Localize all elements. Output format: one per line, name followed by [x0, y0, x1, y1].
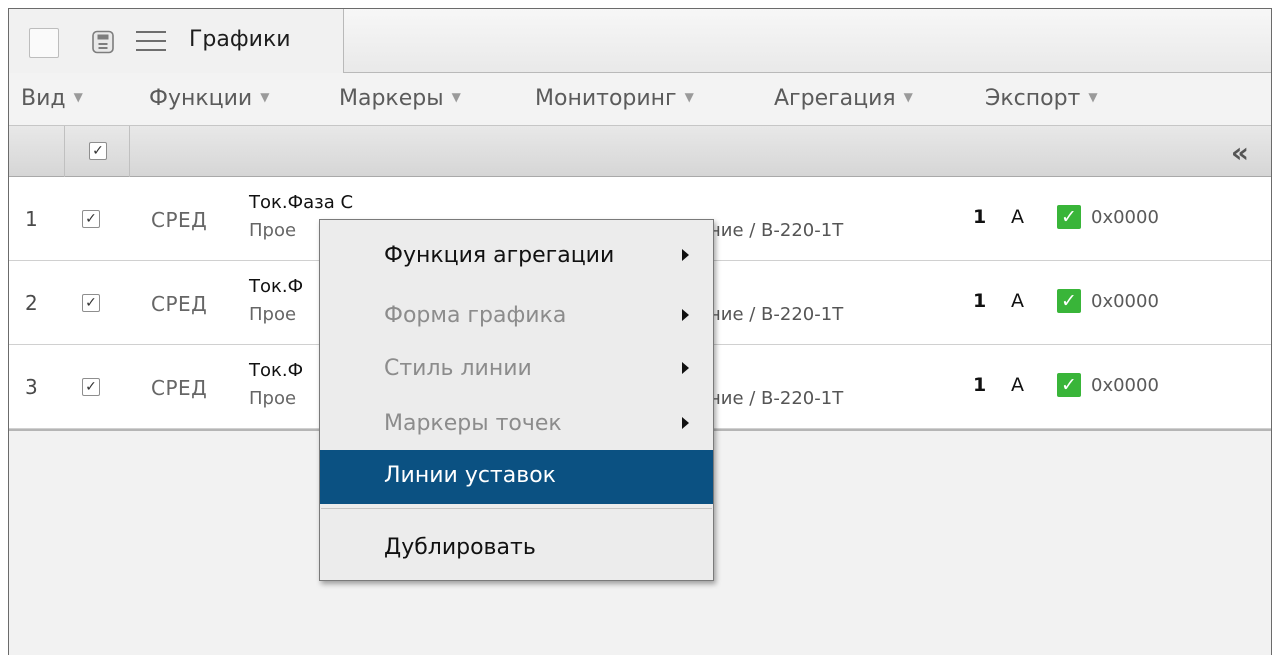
row-visible-checkbox[interactable]: ✓	[82, 378, 100, 396]
row-function[interactable]: СРЕД	[151, 376, 207, 400]
menu-bar: Вид ▼ Функции ▼ Маркеры ▼ Мониторинг ▼ Агрег…	[9, 73, 1271, 125]
menu-item-aggregation-function[interactable]: Функция агрегации	[320, 233, 713, 281]
menu-item-label: Стиль линии	[384, 356, 532, 381]
row-signal-name: Ток.Ф	[249, 276, 304, 297]
menu-separator	[321, 508, 712, 509]
row-status-code: 0x0000	[1091, 375, 1159, 396]
menu-item-label: Форма графика	[384, 303, 567, 328]
menu-markers-label: Маркеры	[339, 86, 444, 111]
context-menu: Функция агрегации Форма графика Стиль ли…	[319, 219, 714, 581]
row-path: ние / В-220-1Т	[709, 220, 844, 241]
header-checkbox-cell: ✓	[64, 126, 130, 178]
double-chevron-left-icon[interactable]: «	[1231, 136, 1249, 169]
row-unit: А	[1011, 374, 1024, 396]
submenu-arrow-icon	[682, 417, 689, 429]
row-visible-checkbox[interactable]: ✓	[82, 210, 100, 228]
menu-functions[interactable]: Функции ▼	[149, 86, 269, 111]
tab-graphics[interactable]: Графики	[9, 9, 344, 73]
menu-aggregation[interactable]: Агрегация ▼	[774, 86, 913, 111]
menu-view[interactable]: Вид ▼	[21, 86, 83, 111]
row-path: ние / В-220-1Т	[709, 304, 844, 325]
row-path: ние / В-220-1Т	[709, 388, 844, 409]
menu-markers[interactable]: Маркеры ▼	[339, 86, 461, 111]
row-source: Прое	[249, 388, 297, 409]
table-header: ✓ «	[9, 125, 1271, 178]
menu-item-duplicate[interactable]: Дублировать	[320, 525, 713, 573]
submenu-arrow-icon	[682, 249, 689, 261]
row-scale[interactable]: 1	[973, 206, 987, 228]
menu-item-label: Функция агрегации	[384, 243, 615, 268]
dropdown-caret-icon: ▼	[451, 90, 461, 104]
menu-functions-label: Функции	[149, 86, 253, 111]
menu-monitoring-label: Мониторинг	[535, 86, 677, 111]
menu-export[interactable]: Экспорт ▼	[985, 86, 1098, 111]
status-check-icon: ✓	[1057, 205, 1081, 229]
submenu-arrow-icon	[682, 309, 689, 321]
row-function[interactable]: СРЕД	[151, 292, 207, 316]
menu-item-setpoint-lines[interactable]: Линии уставок	[320, 450, 713, 504]
menu-monitoring[interactable]: Мониторинг ▼	[535, 86, 694, 111]
row-unit: А	[1011, 290, 1024, 312]
row-function[interactable]: СРЕД	[151, 208, 207, 232]
menu-export-label: Экспорт	[985, 86, 1081, 111]
status-check-icon: ✓	[1057, 289, 1081, 313]
menu-aggregation-label: Агрегация	[774, 86, 896, 111]
menu-view-label: Вид	[21, 86, 66, 111]
menu-item-graph-shape: Форма графика	[320, 293, 713, 341]
row-unit: А	[1011, 206, 1024, 228]
tab-label: Графики	[189, 27, 291, 52]
dropdown-caret-icon: ▼	[684, 90, 694, 104]
row-index: 1	[25, 207, 38, 231]
status-check-icon: ✓	[1057, 373, 1081, 397]
row-index: 2	[25, 291, 38, 315]
row-index: 3	[25, 375, 38, 399]
hamburger-menu-icon[interactable]	[136, 31, 166, 53]
tab-select-checkbox[interactable]	[29, 28, 59, 58]
select-all-checkbox[interactable]: ✓	[89, 142, 107, 160]
row-scale[interactable]: 1	[973, 290, 987, 312]
dropdown-caret-icon: ▼	[73, 90, 83, 104]
row-source: Прое	[249, 220, 297, 241]
menu-item-point-markers: Маркеры точек	[320, 401, 713, 449]
graphics-panel: Графики Вид ▼ Функции ▼ Маркеры ▼ Мониторин…	[8, 8, 1272, 655]
save-icon[interactable]	[91, 30, 115, 54]
dropdown-caret-icon: ▼	[1088, 90, 1098, 104]
dropdown-caret-icon: ▼	[260, 90, 270, 104]
menu-item-label: Линии уставок	[384, 463, 556, 488]
row-status-code: 0x0000	[1091, 291, 1159, 312]
menu-item-line-style: Стиль линии	[320, 346, 713, 394]
submenu-arrow-icon	[682, 362, 689, 374]
row-signal-name: Ток.Ф	[249, 360, 304, 381]
tab-bar: Графики	[9, 9, 1271, 73]
dropdown-caret-icon: ▼	[903, 90, 913, 104]
row-signal-name: Ток.Фаза С	[249, 192, 354, 213]
row-visible-checkbox[interactable]: ✓	[82, 294, 100, 312]
row-scale[interactable]: 1	[973, 374, 987, 396]
menu-item-label: Маркеры точек	[384, 411, 562, 436]
row-status-code: 0x0000	[1091, 207, 1159, 228]
row-source: Прое	[249, 304, 297, 325]
menu-item-label: Дублировать	[384, 535, 536, 560]
